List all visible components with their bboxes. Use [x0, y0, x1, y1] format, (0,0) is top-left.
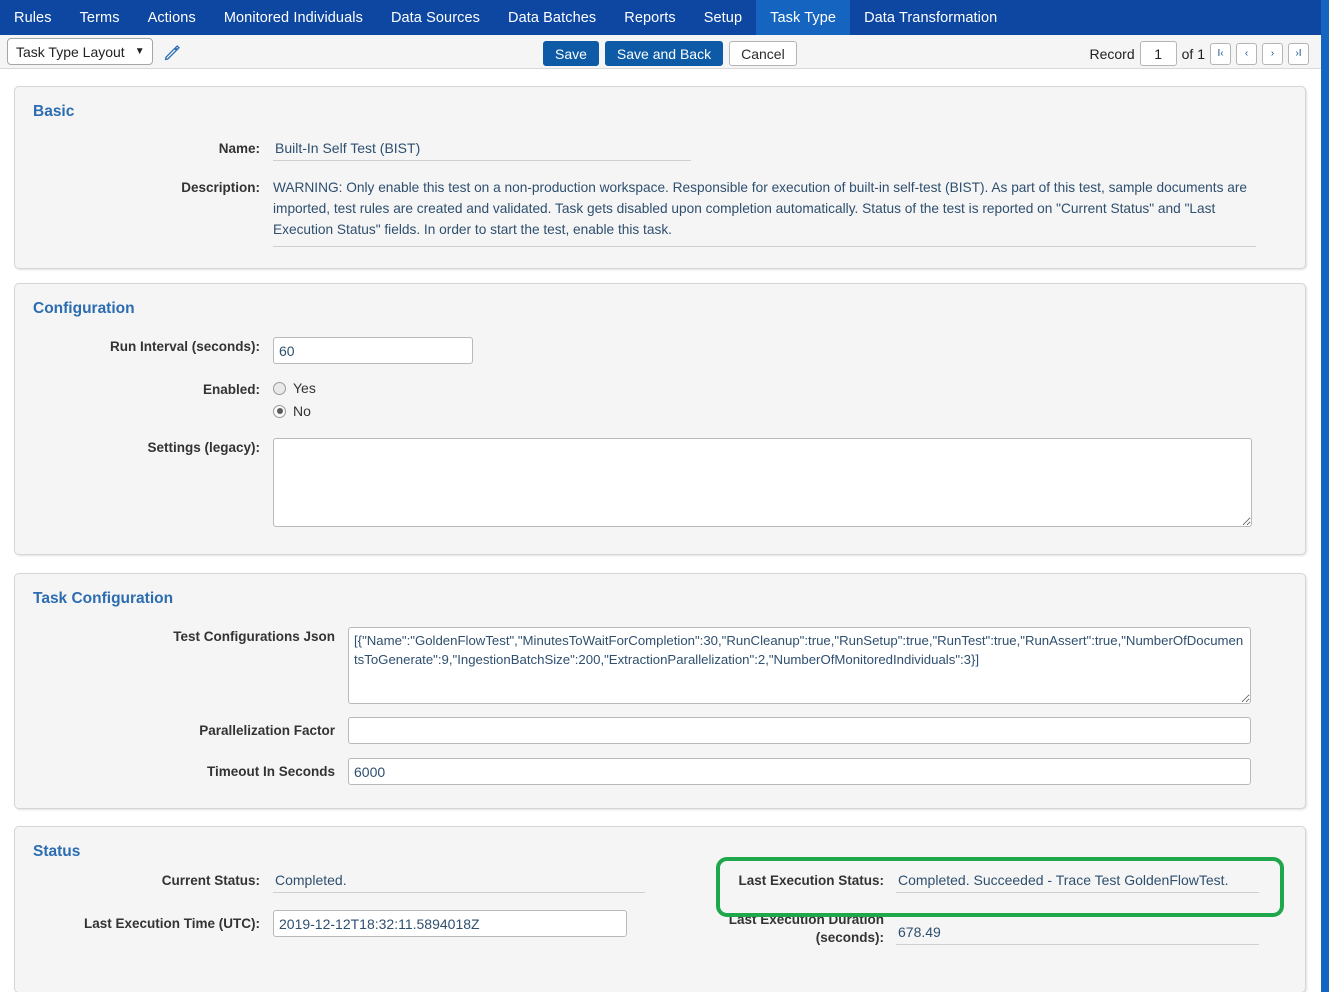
basic-panel-title: Basic — [33, 103, 75, 120]
description-label: Description: — [181, 180, 260, 195]
status-panel: Status Current Status: Completed. Last E… — [14, 826, 1306, 992]
action-toolbar: Task Type Layout ▼ Save Save and Back Ca… — [0, 35, 1321, 69]
enabled-label: Enabled: — [202, 382, 260, 397]
record-number-input[interactable] — [1139, 41, 1177, 66]
parallelization-factor-label: Parallelization Factor — [199, 723, 335, 738]
nav-label: Rules — [14, 9, 52, 26]
main-navigation: Rules Terms Actions Monitored Individual… — [0, 0, 1321, 35]
status-right-column: Last Execution Status: Completed. Succee… — [709, 871, 1299, 947]
record-label: Record — [1089, 45, 1135, 62]
layout-select-value: Task Type Layout — [16, 43, 125, 60]
name-value: Built-In Self Test (BIST) — [273, 139, 691, 161]
settings-legacy-textarea[interactable] — [273, 438, 1252, 527]
layout-select[interactable]: Task Type Layout ▼ — [7, 38, 153, 65]
pager-last-button[interactable]: ›I — [1288, 42, 1309, 65]
current-status-label: Current Status: — [161, 873, 260, 888]
nav-label: Data Batches — [508, 9, 597, 26]
nav-label: Reports — [624, 9, 676, 26]
radio-yes[interactable] — [273, 381, 286, 395]
nav-label: Monitored Individuals — [223, 9, 363, 26]
status-left-column: Current Status: Completed. Last Executio… — [15, 871, 665, 937]
nav-item-setup[interactable]: Setup — [690, 0, 756, 35]
last-execution-duration-label: Last Execution Duration (seconds): — [709, 909, 884, 947]
description-value: WARNING: Only enable this test on a non-… — [273, 178, 1256, 248]
timeout-in-seconds-label: Timeout In Seconds — [206, 764, 335, 779]
current-status-value: Completed. — [273, 871, 645, 893]
name-label: Name: — [218, 141, 260, 156]
save-and-back-button[interactable]: Save and Back — [604, 41, 724, 66]
run-interval-label: Run Interval (seconds): — [109, 339, 260, 354]
cancel-button[interactable]: Cancel — [729, 41, 797, 66]
save-button[interactable]: Save — [543, 41, 599, 66]
timeout-in-seconds-input[interactable] — [348, 758, 1251, 785]
nav-item-actions[interactable]: Actions — [134, 0, 210, 35]
nav-item-task-type[interactable]: Task Type — [756, 0, 851, 35]
nav-label: Data Sources — [390, 9, 480, 26]
settings-legacy-label: Settings (legacy): — [147, 440, 260, 455]
test-configurations-json-textarea[interactable]: [{"Name":"GoldenFlowTest","MinutesToWait… — [348, 627, 1251, 704]
nav-item-rules[interactable]: Rules — [0, 0, 66, 35]
duration-label-line1: Last Execution Duration — [728, 912, 884, 927]
page-root: Rules Terms Actions Monitored Individual… — [0, 0, 1329, 992]
configuration-panel: Configuration Run Interval (seconds): En… — [14, 283, 1306, 555]
configuration-panel-title: Configuration — [33, 300, 135, 317]
nav-label: Actions — [147, 9, 196, 26]
record-pager: Record of 1 I‹ ‹ › ›I — [1089, 41, 1309, 66]
enabled-yes-option[interactable]: Yes — [273, 380, 316, 396]
test-configurations-json-label: Test Configurations Json — [173, 629, 335, 644]
nav-label: Data Transformation — [864, 9, 998, 26]
enabled-radio-group: Yes No — [273, 380, 316, 426]
nav-item-data-transformation[interactable]: Data Transformation — [850, 0, 1011, 35]
record-count-label: of 1 — [1181, 45, 1205, 62]
nav-label: Task Type — [770, 9, 837, 26]
radio-yes-label: Yes — [293, 380, 316, 396]
last-execution-status-value: Completed. Succeeded - Trace Test Golden… — [896, 871, 1259, 893]
nav-item-data-sources[interactable]: Data Sources — [377, 0, 494, 35]
pager-first-button[interactable]: I‹ — [1210, 42, 1231, 65]
run-interval-input[interactable] — [273, 337, 473, 364]
basic-panel: Basic Name: Built-In Self Test (BIST) De… — [14, 86, 1306, 269]
edit-pencil-icon[interactable] — [163, 43, 181, 61]
duration-label-line2: (seconds): — [815, 930, 884, 946]
nav-item-terms[interactable]: Terms — [66, 0, 134, 35]
nav-label: Setup — [703, 9, 743, 26]
nav-item-monitored-individuals[interactable]: Monitored Individuals — [210, 0, 377, 35]
radio-no-label: No — [293, 403, 311, 419]
last-execution-time-input[interactable] — [273, 910, 627, 937]
nav-item-reports[interactable]: Reports — [610, 0, 689, 35]
toolbar-action-buttons: Save Save and Back Cancel — [543, 41, 797, 66]
pager-next-button[interactable]: › — [1262, 42, 1283, 65]
parallelization-factor-input[interactable] — [348, 717, 1251, 744]
nav-item-data-batches[interactable]: Data Batches — [494, 0, 610, 35]
last-execution-duration-value: 678.49 — [896, 923, 1259, 945]
chevron-down-icon: ▼ — [134, 46, 145, 57]
right-edge-strip — [1321, 0, 1329, 992]
task-configuration-panel-title: Task Configuration — [33, 590, 174, 607]
nav-label: Terms — [79, 9, 120, 26]
status-panel-title: Status — [33, 843, 81, 860]
pager-prev-button[interactable]: ‹ — [1236, 42, 1257, 65]
last-execution-time-label: Last Execution Time (UTC): — [83, 916, 260, 931]
task-configuration-panel: Task Configuration Test Configurations J… — [14, 573, 1306, 809]
radio-no[interactable] — [273, 404, 286, 418]
enabled-no-option[interactable]: No — [273, 403, 316, 419]
last-execution-status-label: Last Execution Status: — [738, 873, 884, 888]
